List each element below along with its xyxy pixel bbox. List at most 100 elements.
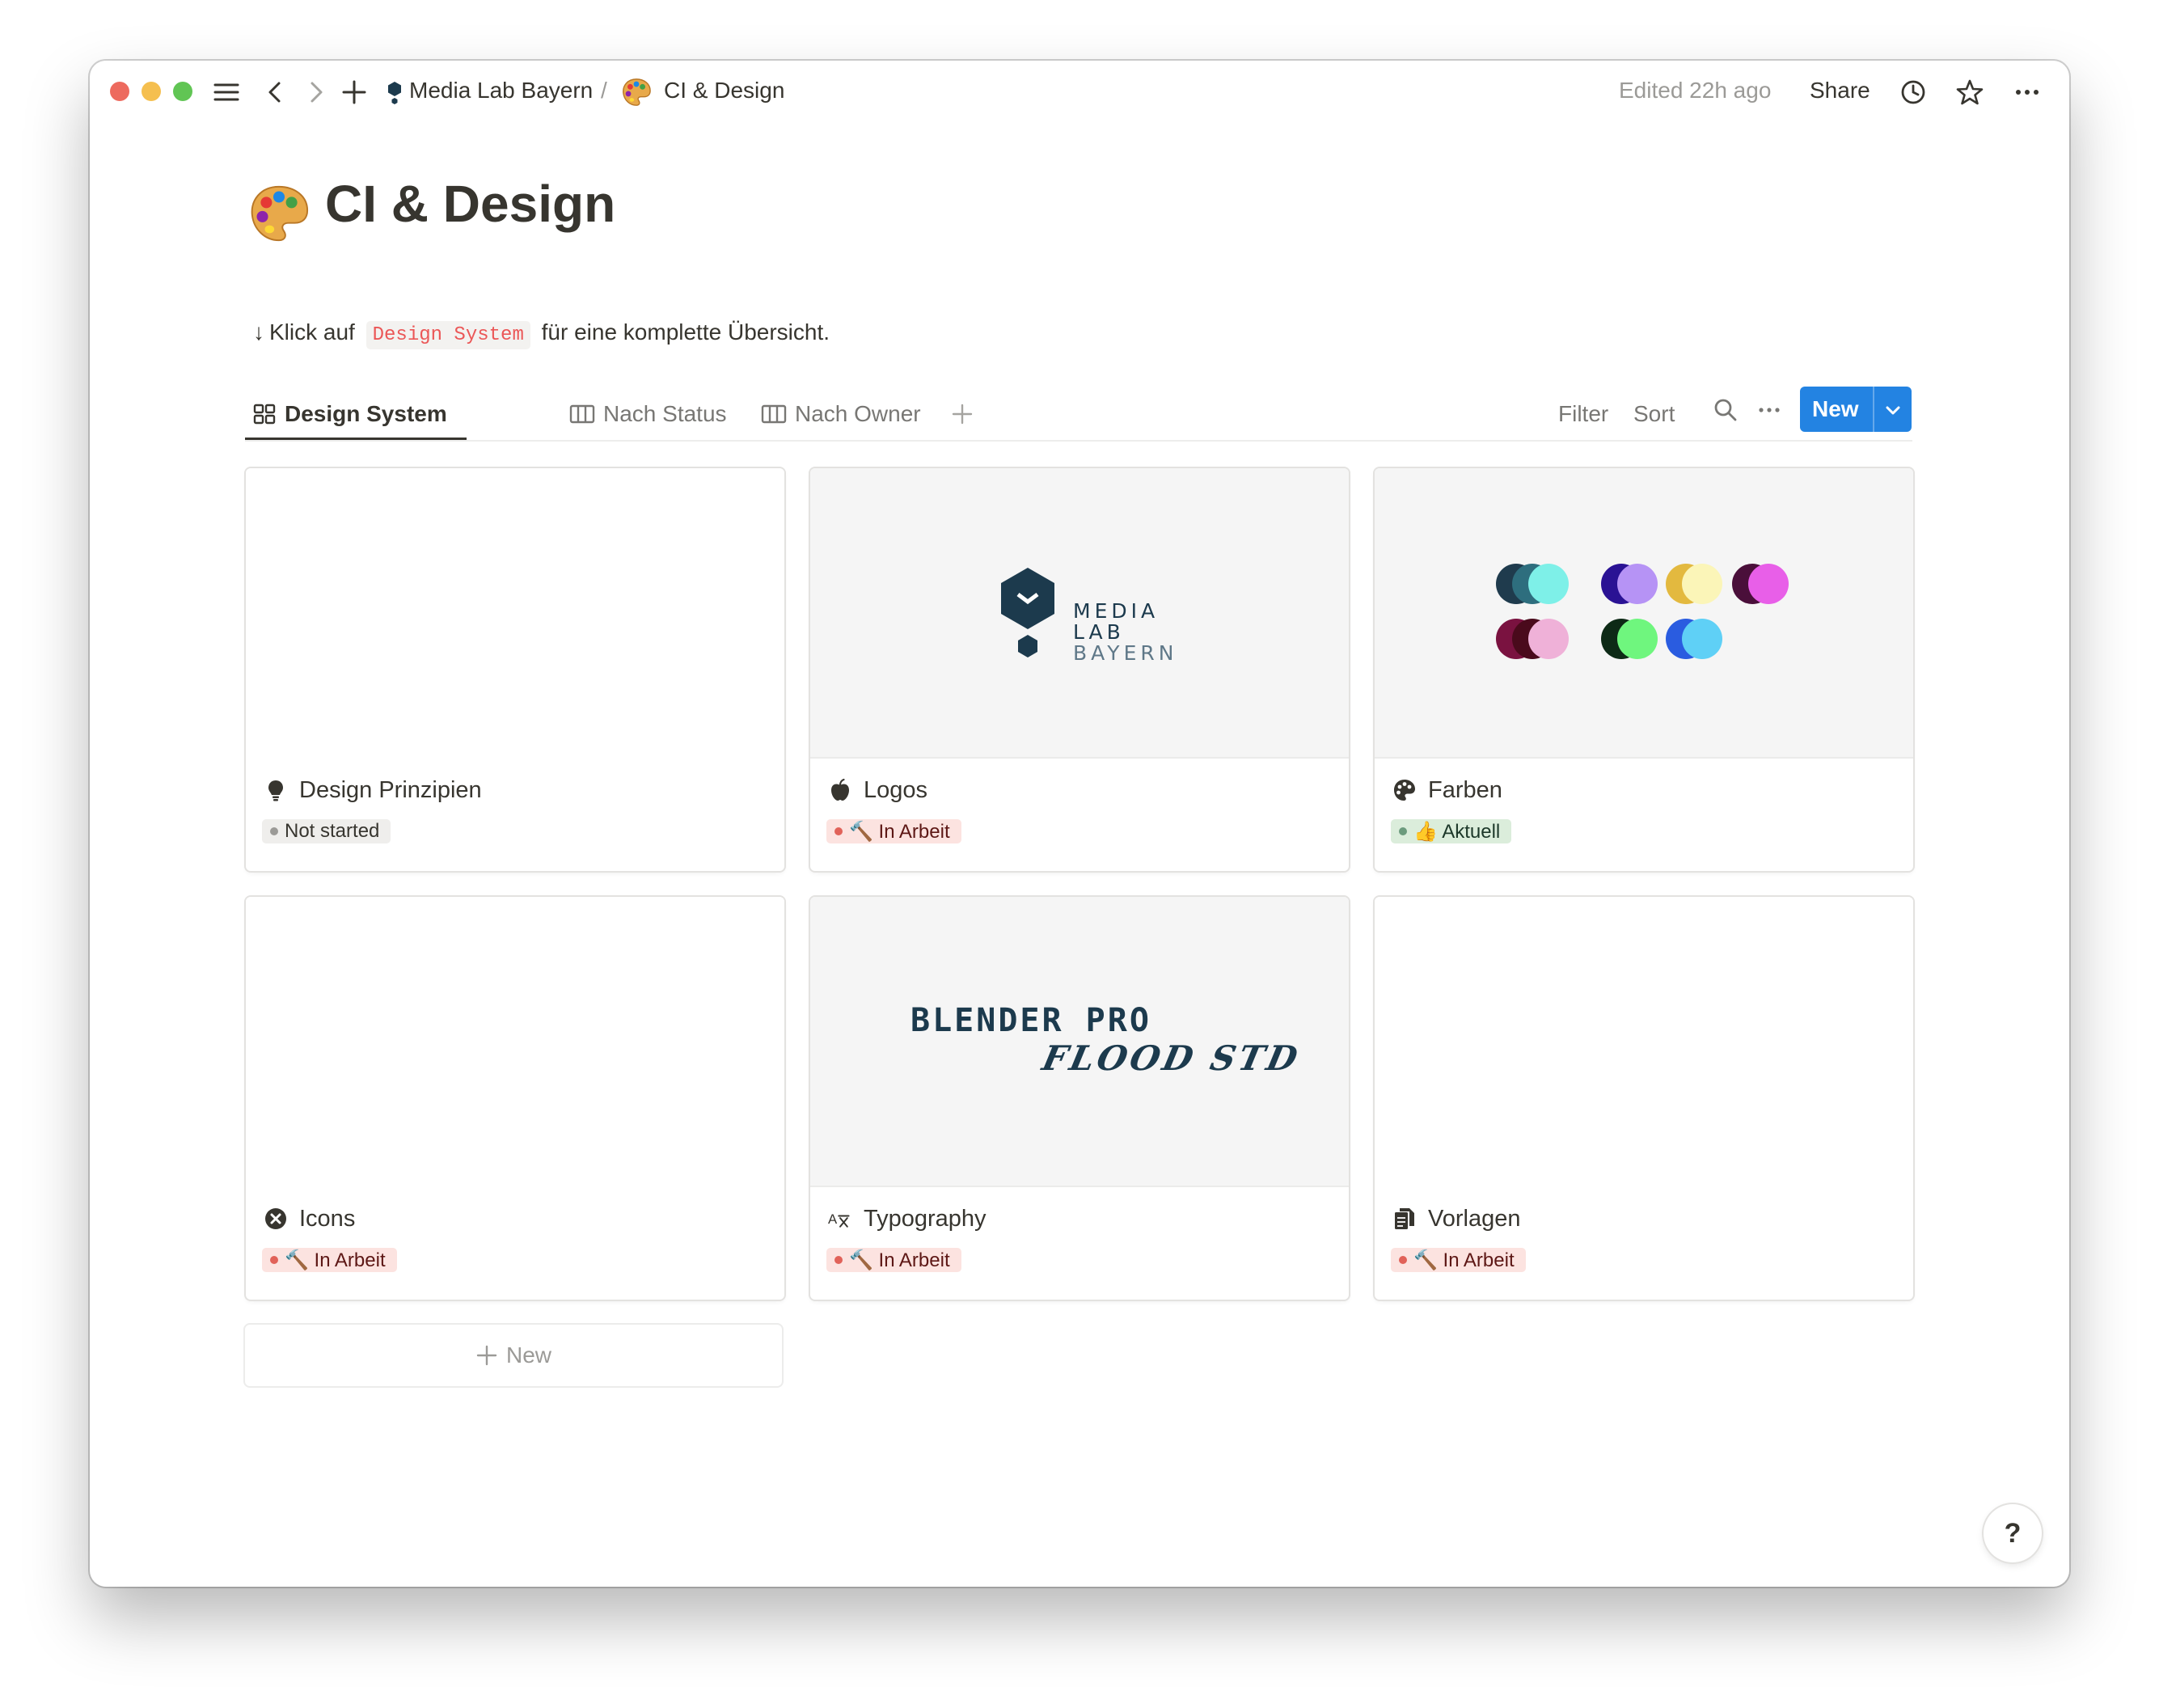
apple-icon [831,778,849,801]
status-badge: 🔨 In Arbeit [262,1248,397,1272]
gallery-card-logos[interactable]: MEDIA LAB BAYERN Logos 🔨 In Arbeit [810,468,1349,871]
card-title-text: Farben [1428,776,1502,803]
color-swatch [1617,619,1658,659]
color-swatch [1682,619,1722,659]
card-cover-logo: MEDIA LAB BAYERN [810,468,1349,759]
page-title[interactable]: CI & Design [325,174,615,234]
chevron-down-icon[interactable] [1883,400,1903,420]
board-icon [761,404,787,424]
status-dot [1399,827,1407,835]
hint-prefix: Klick auf [269,319,355,345]
filter-button[interactable]: Filter [1558,401,1608,427]
status-badge: Not started [262,819,391,843]
tab-nach-owner[interactable]: Nach Owner [761,388,921,440]
new-button-label: New [1812,396,1859,421]
card-title-text: Icons [299,1205,356,1232]
status-dot [1399,1256,1407,1264]
status-text: 🔨 In Arbeit [849,1249,950,1271]
more-options-icon[interactable] [2013,78,2041,106]
card-title: Logos [828,774,927,806]
tab-design-system[interactable]: Design System [252,388,447,440]
plus-icon [476,1345,497,1366]
help-button[interactable]: ? [1984,1504,2042,1562]
gallery-card-icons[interactable]: Icons 🔨 In Arbeit [246,897,784,1300]
status-dot [270,827,278,835]
palette-emoji-icon [623,78,651,106]
color-swatch [1528,564,1569,604]
zoom-window-button[interactable] [173,82,192,101]
card-title: Design Prinzipien [264,774,482,806]
card-title: Vorlagen [1392,1203,1521,1235]
add-view-button[interactable] [950,388,982,440]
back-icon[interactable] [262,78,289,106]
color-swatch [1617,564,1658,604]
documents-icon [1395,1208,1414,1229]
status-badge: 👍 Aktuell [1391,819,1512,843]
tabs-divider [245,440,1912,442]
card-title-text: Vorlagen [1428,1205,1521,1232]
status-dot [270,1256,278,1264]
status-text: 👍 Aktuell [1413,820,1501,843]
gallery-icon [253,404,276,425]
new-button[interactable]: New [1800,387,1912,432]
card-cover [1375,897,1913,1186]
sort-button[interactable]: Sort [1633,401,1675,427]
logo-word-3: BAYERN [1073,641,1178,665]
app-window: Media Lab Bayern / CI & Design Edited 22… [90,61,2069,1587]
close-window-button[interactable] [110,82,129,101]
new-button-separator [1873,387,1874,432]
gallery-card-design-prinzipien[interactable]: Design Prinzipien Not started [246,468,784,871]
hint-code: Design System [365,321,530,349]
card-cover-swatches [1375,468,1913,759]
forward-icon[interactable] [302,78,329,106]
color-swatch [1528,619,1569,659]
breadcrumb-workspace[interactable]: Media Lab Bayern [409,78,593,104]
status-badge: 🔨 In Arbeit [1391,1248,1526,1272]
breadcrumb-page[interactable]: CI & Design [664,78,784,104]
card-title: A Typography [828,1203,987,1235]
gallery-card-farben[interactable]: Farben 👍 Aktuell [1375,468,1913,871]
sidebar-menu-icon[interactable] [213,78,240,106]
card-cover [246,897,784,1186]
view-options-icon[interactable] [1756,396,1783,424]
status-text: 🔨 In Arbeit [1413,1249,1515,1271]
last-edited-label: Edited 22h ago [1619,78,1772,103]
tab-label: Nach Status [603,401,727,426]
card-title-text: Design Prinzipien [299,776,482,803]
status-text: 🔨 In Arbeit [849,820,950,843]
minimize-window-button[interactable] [142,82,161,101]
page-palette-icon[interactable] [247,182,311,245]
add-new-card-button[interactable]: New [245,1325,782,1386]
plus-icon [952,404,973,425]
media-lab-logo-icon [1001,568,1054,657]
status-text: 🔨 In Arbeit [285,1249,386,1271]
share-button[interactable]: Share [1810,78,1870,104]
color-swatch [1682,564,1722,604]
status-text: Not started [285,820,380,842]
status-badge: 🔨 In Arbeit [826,819,961,843]
search-icon[interactable] [1712,396,1739,424]
add-page-icon[interactable] [340,78,368,106]
arrow-down-icon: ↓ [253,319,264,345]
cover-font-blender: BLENDER PRO [910,1002,1151,1039]
card-cover [246,468,784,757]
hint-suffix: für eine komplette Übersicht. [541,319,830,345]
lightbulb-icon [268,780,283,801]
card-title-text: Logos [864,776,928,803]
gallery-card-typography[interactable]: BLENDER PRO FLOOD STD A Typography 🔨 In … [810,897,1349,1300]
breadcrumb-separator: / [601,78,607,103]
status-badge: 🔨 In Arbeit [826,1248,961,1272]
card-title: Farben [1392,774,1502,806]
tab-nach-status[interactable]: Nach Status [569,388,727,440]
tab-label: Design System [285,401,447,426]
logo-word-2: LAB [1073,620,1125,644]
gallery-card-vorlagen[interactable]: Vorlagen 🔨 In Arbeit [1375,897,1913,1300]
tab-label: Nach Owner [795,401,921,426]
history-icon[interactable] [1899,78,1927,106]
svg-text:A: A [828,1211,838,1227]
add-new-label: New [505,1342,551,1368]
favorite-star-icon[interactable] [1956,78,1984,106]
typography-icon: A [828,1211,850,1228]
page-hint: ↓ Klick auf Design System für eine komple… [253,319,830,349]
status-dot [834,827,843,835]
